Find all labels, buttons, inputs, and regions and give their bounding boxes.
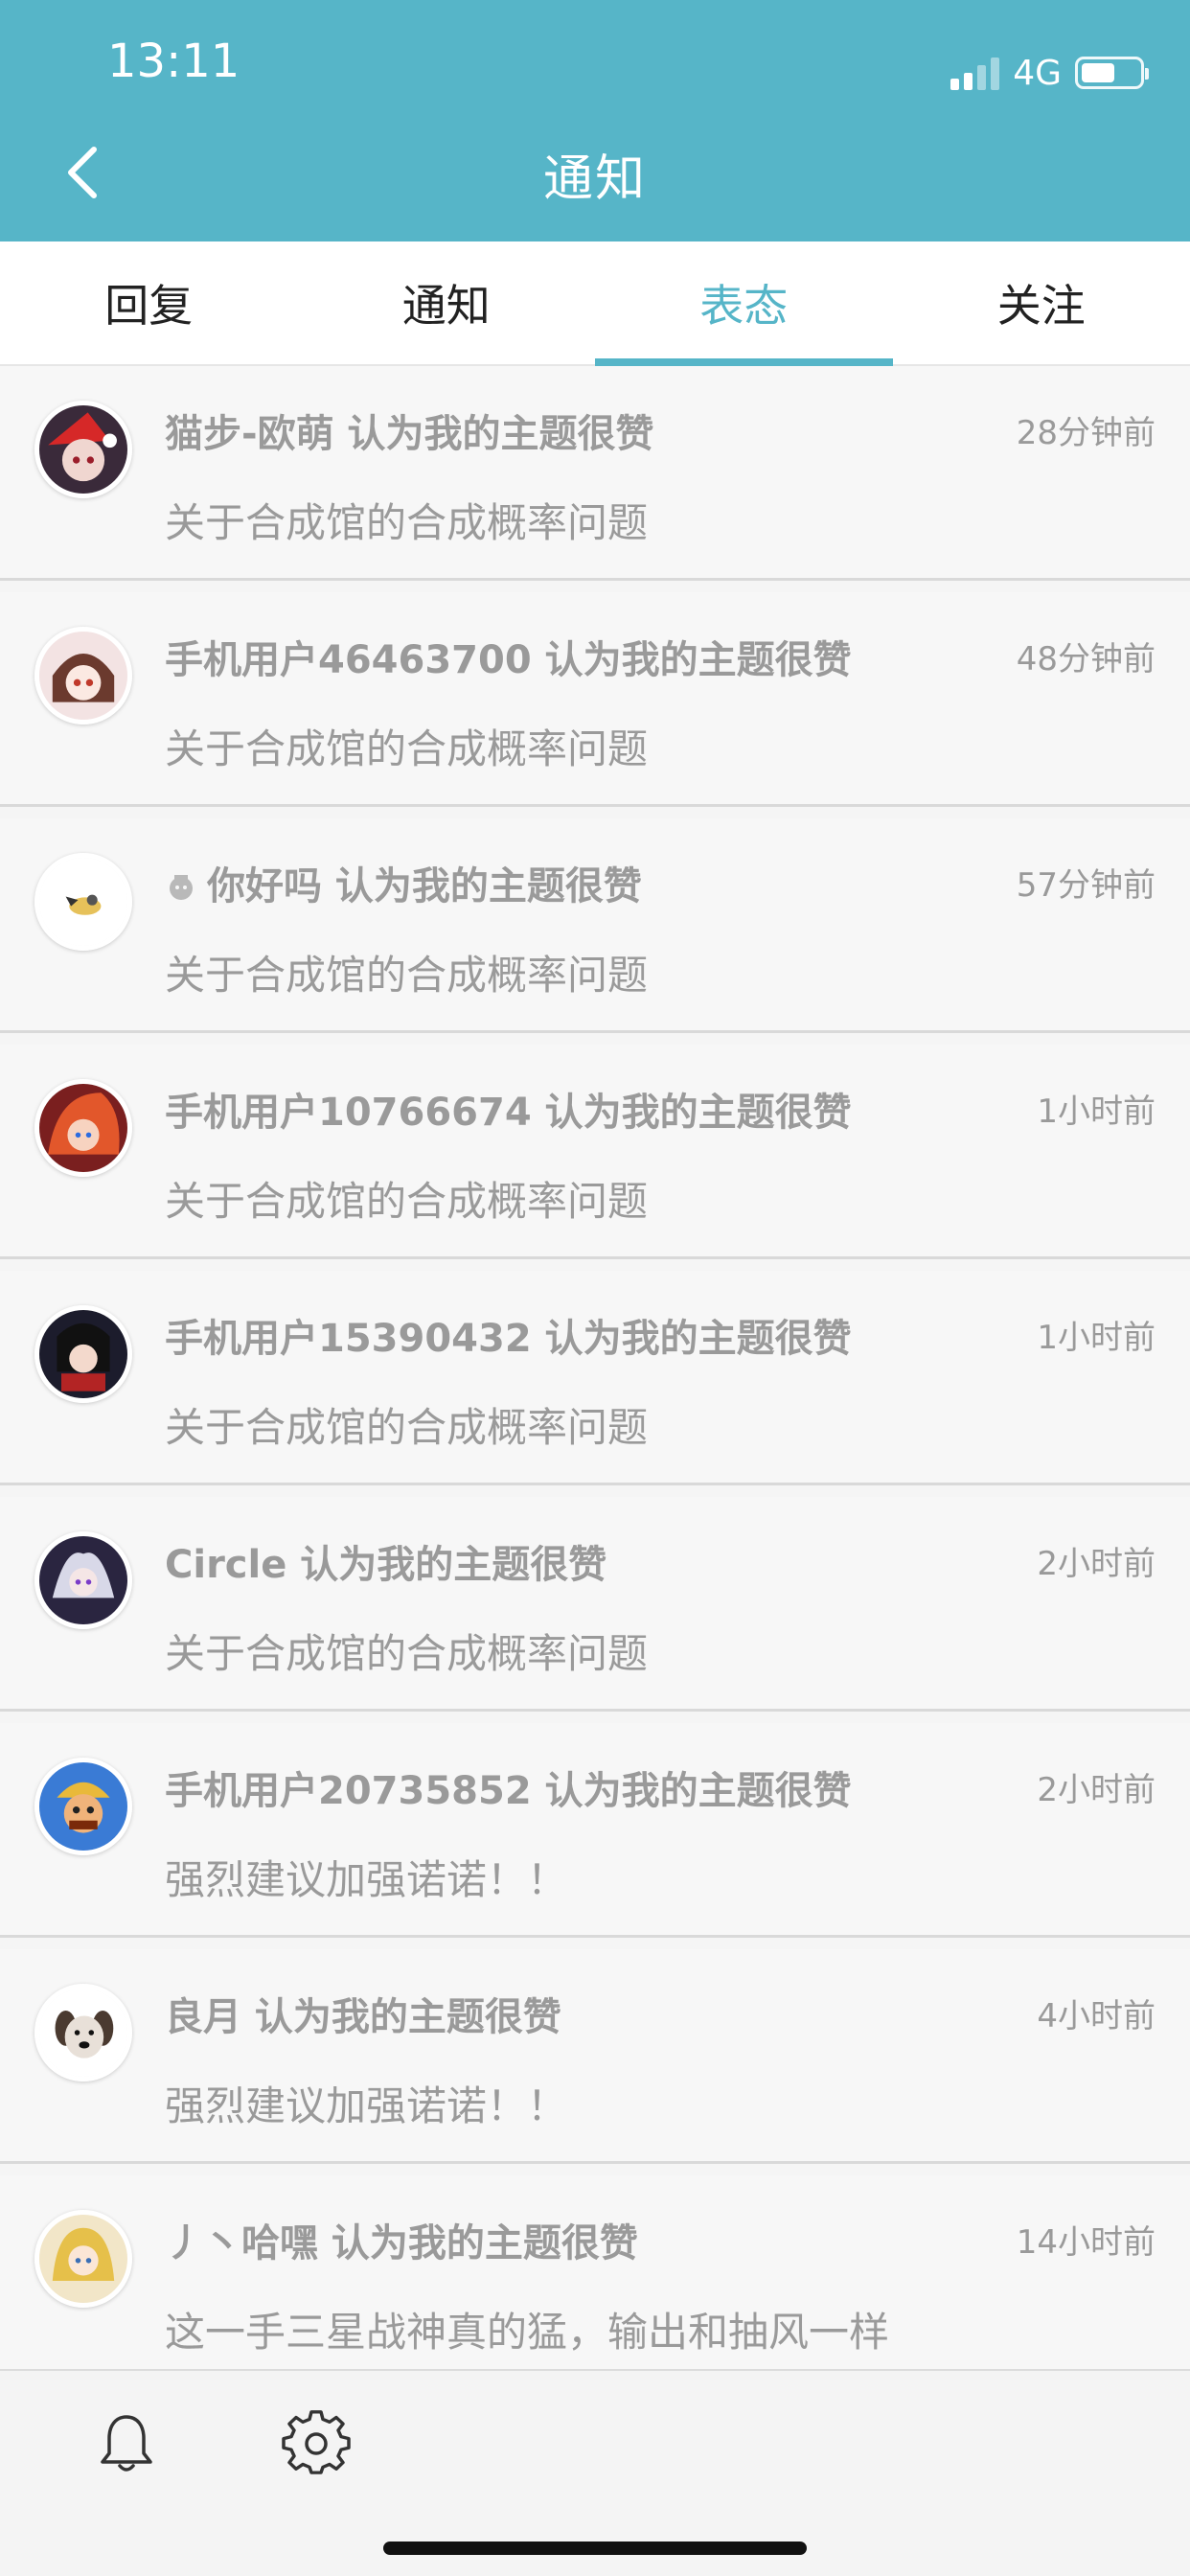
list-item[interactable]: Circle 认为我的主题很赞 2小时前 关于合成馆的合成概率问题: [0, 1497, 1190, 1712]
list-item[interactable]: 手机用户20735852 认为我的主题很赞 2小时前 强烈建议加强诺诺！！: [0, 1723, 1190, 1938]
item-topic[interactable]: 关于合成馆的合成概率问题: [165, 1622, 1152, 1680]
list-item[interactable]: 手机用户15390432 认为我的主题很赞 1小时前 关于合成馆的合成概率问题: [0, 1271, 1190, 1485]
item-title: 手机用户15390432 认为我的主题很赞: [165, 1317, 852, 1361]
tab-reply[interactable]: 回复: [0, 242, 298, 364]
item-time: 57分钟前: [1016, 866, 1156, 905]
item-title: 良月 认为我的主题很赞: [165, 1995, 561, 2039]
item-time: 14小时前: [1016, 2223, 1156, 2262]
avatar[interactable]: [34, 1758, 132, 1855]
item-topic[interactable]: 这一手三星战神真的猛，输出和抽风一样: [165, 2300, 1152, 2358]
item-topic[interactable]: 关于合成馆的合成概率问题: [165, 1395, 1152, 1454]
item-time: 48分钟前: [1016, 640, 1156, 678]
item-title: 手机用户20735852 认为我的主题很赞: [165, 1769, 852, 1813]
bell-icon: [101, 2415, 152, 2472]
item-time: 28分钟前: [1016, 414, 1156, 452]
avatar[interactable]: [34, 2210, 132, 2308]
item-title: Circle 认为我的主题很赞: [165, 1543, 607, 1587]
list-item[interactable]: 你好吗 认为我的主题很赞 57分钟前 关于合成馆的合成概率问题: [0, 818, 1190, 1033]
item-title-text: 你好吗 认为我的主题很赞: [207, 864, 642, 908]
status-time: 13:11: [107, 34, 240, 88]
item-topic[interactable]: 关于合成馆的合成概率问题: [165, 1169, 1152, 1228]
avatar[interactable]: [34, 627, 132, 724]
signal-icon: [950, 56, 1000, 90]
notifications-button[interactable]: [92, 2409, 161, 2478]
bottom-toolbar: [0, 2369, 1190, 2576]
item-title: 手机用户46463700 认为我的主题很赞: [165, 638, 852, 682]
item-time: 1小时前: [1037, 1319, 1156, 1357]
avatar[interactable]: [34, 401, 132, 498]
page-title: 通知: [542, 150, 647, 208]
status-indicators: 4G: [950, 53, 1149, 93]
item-title: 手机用户10766674 认为我的主题很赞: [165, 1091, 852, 1135]
avatar[interactable]: [34, 1531, 132, 1629]
home-indicator[interactable]: [383, 2542, 807, 2555]
item-topic[interactable]: 关于合成馆的合成概率问题: [165, 943, 1152, 1001]
tab-follow[interactable]: 关注: [893, 242, 1190, 364]
gear-icon: [282, 2410, 351, 2474]
list-item[interactable]: 丿丶哈嘿 认为我的主题很赞 14小时前 这一手三星战神真的猛，输出和抽风一样: [0, 2175, 1190, 2369]
tab-notice[interactable]: 通知: [298, 242, 596, 364]
network-type: 4G: [1013, 53, 1062, 93]
item-time: 4小时前: [1037, 1997, 1156, 2036]
avatar[interactable]: [34, 853, 132, 951]
item-title: 你好吗 认为我的主题很赞: [165, 855, 950, 910]
top-bar: 13:11 4G 通知: [0, 0, 1190, 242]
tab-bar: 回复 通知 表态 关注: [0, 242, 1190, 366]
battery-icon: [1075, 57, 1149, 89]
item-time: 1小时前: [1037, 1092, 1156, 1131]
item-topic[interactable]: 强烈建议加强诺诺！！: [165, 1848, 1152, 1906]
item-title: 丿丶哈嘿 认为我的主题很赞: [165, 2221, 638, 2266]
notification-list: 猫步-欧萌 认为我的主题很赞 28分钟前 关于合成馆的合成概率问题 手机用户46…: [0, 366, 1190, 2369]
item-topic[interactable]: 关于合成馆的合成概率问题: [165, 717, 1152, 775]
item-time: 2小时前: [1037, 1545, 1156, 1583]
item-topic[interactable]: 关于合成馆的合成概率问题: [165, 491, 1152, 549]
crown-icon: [170, 875, 193, 900]
tab-reaction[interactable]: 表态: [595, 242, 893, 366]
settings-button[interactable]: [282, 2409, 351, 2478]
item-time: 2小时前: [1037, 1771, 1156, 1809]
list-item[interactable]: 手机用户10766674 认为我的主题很赞 1小时前 关于合成馆的合成概率问题: [0, 1045, 1190, 1259]
item-title: 猫步-欧萌 认为我的主题很赞: [165, 412, 654, 456]
list-item[interactable]: 猫步-欧萌 认为我的主题很赞 28分钟前 关于合成馆的合成概率问题: [0, 366, 1190, 581]
avatar[interactable]: [34, 1984, 132, 2082]
avatar[interactable]: [34, 1079, 132, 1177]
avatar[interactable]: [34, 1305, 132, 1403]
list-item[interactable]: 手机用户46463700 认为我的主题很赞 48分钟前 关于合成馆的合成概率问题: [0, 592, 1190, 807]
list-item[interactable]: 良月 认为我的主题很赞 4小时前 强烈建议加强诺诺！！: [0, 1949, 1190, 2164]
item-topic[interactable]: 强烈建议加强诺诺！！: [165, 2074, 1152, 2132]
